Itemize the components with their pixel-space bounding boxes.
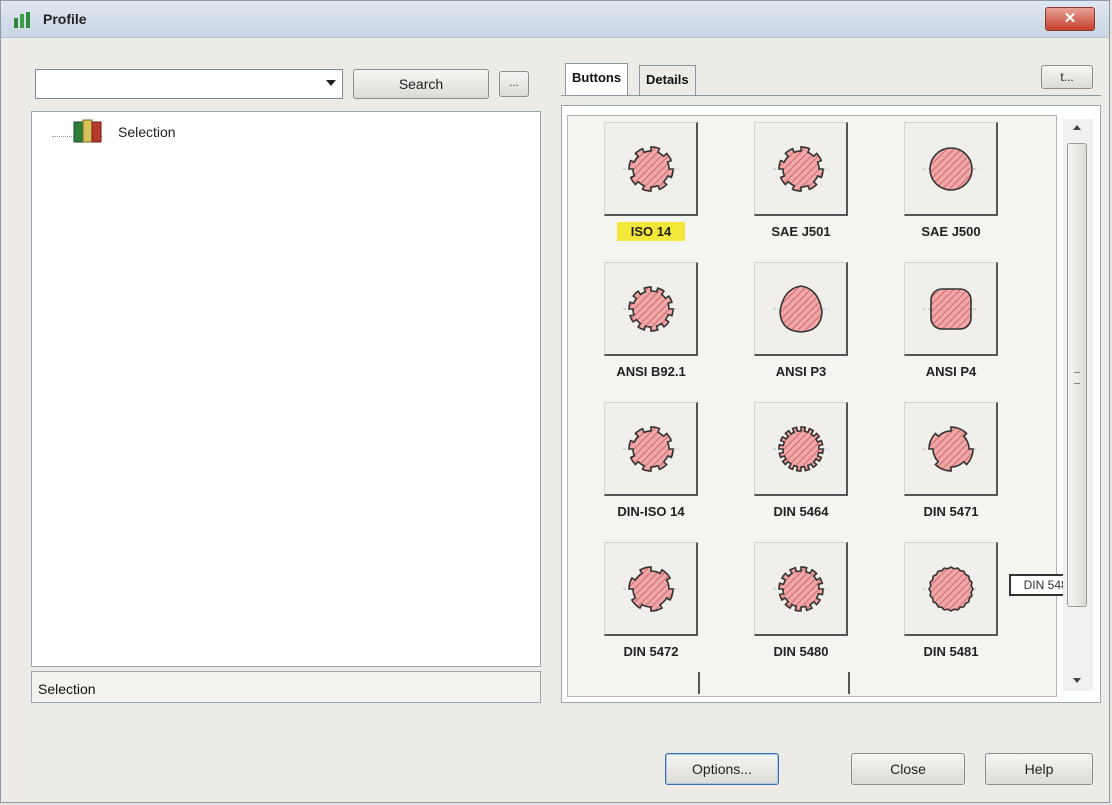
close-button[interactable]: Close xyxy=(851,753,965,785)
profile-tile[interactable] xyxy=(604,542,698,636)
profile-button-din-5471[interactable]: DIN 5471 xyxy=(896,402,1006,532)
profile-tile[interactable] xyxy=(904,122,998,216)
search-button[interactable]: Search xyxy=(353,69,489,99)
profile-label: DIN 5472 xyxy=(623,644,679,659)
profile-shape-icon xyxy=(623,566,679,612)
partial-tile xyxy=(756,672,850,694)
profile-button-sae-j500[interactable]: SAE J500 xyxy=(896,122,1006,252)
title-bar: Profile ✕ xyxy=(1,1,1109,38)
scroll-thumb[interactable] xyxy=(1067,143,1087,607)
profile-shape-icon xyxy=(923,147,979,191)
profile-button-din-5464[interactable]: DIN 5464 xyxy=(746,402,856,532)
profile-label: ISO 14 xyxy=(596,222,706,241)
tab-details[interactable]: Details xyxy=(639,65,696,95)
scroll-down-icon[interactable] xyxy=(1073,678,1081,683)
profile-button-din-iso-14[interactable]: DIN-ISO 14 xyxy=(596,402,706,532)
profile-label: DIN 5464 xyxy=(773,504,829,519)
profile-tile[interactable] xyxy=(604,402,698,496)
help-button[interactable]: Help xyxy=(985,753,1093,785)
profile-shape-icon xyxy=(923,426,979,472)
profile-shape-icon xyxy=(923,566,979,612)
selection-tree[interactable]: Selection xyxy=(31,111,541,667)
tab-buttons[interactable]: Buttons xyxy=(565,63,629,95)
profile-label: SAE J501 xyxy=(771,224,831,239)
profile-button-ansi-p3[interactable]: ANSI P3 xyxy=(746,262,856,392)
profile-label: DIN 5481 xyxy=(923,644,979,659)
tree-item-selection[interactable]: Selection xyxy=(118,124,176,140)
profile-grid: ISO 14 SAE J501 SAE J500 ANSI B92.1 ANSI P3 A… xyxy=(567,115,1057,697)
profile-tile[interactable] xyxy=(604,122,698,216)
profile-label: ANSI B92.1 xyxy=(616,364,686,379)
partial-tile xyxy=(606,672,700,694)
profile-button-din-5472[interactable]: DIN 5472 xyxy=(596,542,706,672)
profile-shape-icon xyxy=(623,286,679,332)
options-button[interactable]: Options... xyxy=(665,753,779,785)
profile-tile[interactable] xyxy=(604,262,698,356)
profile-tile[interactable] xyxy=(754,262,848,356)
profile-tile[interactable] xyxy=(904,262,998,356)
window-title: Profile xyxy=(43,11,87,27)
profile-shape-icon xyxy=(773,426,829,472)
profile-label: SAE J500 xyxy=(921,224,981,239)
profile-button-din-5481[interactable]: DIN 5481 xyxy=(896,542,1006,672)
profile-shape-icon xyxy=(623,146,679,192)
profile-label: DIN 5471 xyxy=(923,504,979,519)
status-bar: Selection xyxy=(31,671,541,703)
profile-tile[interactable] xyxy=(904,402,998,496)
extra-options-button[interactable]: t... xyxy=(1041,65,1093,89)
profile-dialog: Profile ✕ Search ... Selection Selection… xyxy=(0,0,1110,803)
browse-button[interactable]: ... xyxy=(499,71,529,97)
profile-label: DIN 5480 xyxy=(773,644,829,659)
search-combobox[interactable] xyxy=(35,69,343,99)
profile-shape-icon xyxy=(773,566,829,612)
profile-button-ansi-p4[interactable]: ANSI P4 xyxy=(896,262,1006,392)
profile-button-ansi-b92-1[interactable]: ANSI B92.1 xyxy=(596,262,706,392)
profile-shape-icon xyxy=(623,426,679,472)
profile-button-iso-14[interactable]: ISO 14 xyxy=(596,122,706,252)
profile-tile[interactable] xyxy=(904,542,998,636)
profile-label: ANSI P3 xyxy=(775,364,827,379)
profile-button-sae-j501[interactable]: SAE J501 xyxy=(746,122,856,252)
books-icon xyxy=(73,119,102,143)
profile-shape-icon xyxy=(773,285,829,333)
app-icon xyxy=(14,12,30,28)
grip-icon xyxy=(1074,372,1080,384)
profile-button-din-5480[interactable]: DIN 5480 xyxy=(746,542,856,672)
profile-tile[interactable] xyxy=(754,122,848,216)
scroll-up-icon[interactable] xyxy=(1073,125,1081,130)
profile-label: DIN-ISO 14 xyxy=(617,504,685,519)
chevron-down-icon[interactable] xyxy=(326,80,336,86)
tab-strip: Buttons Details t... xyxy=(561,61,1101,105)
vertical-scrollbar[interactable] xyxy=(1063,119,1093,691)
window-close-icon[interactable]: ✕ xyxy=(1045,7,1095,31)
profile-shape-icon xyxy=(773,146,829,192)
profile-label: ANSI P4 xyxy=(925,364,977,379)
profile-tile[interactable] xyxy=(754,542,848,636)
profile-shape-icon xyxy=(923,288,979,330)
tab-divider xyxy=(561,95,1101,96)
profile-tile[interactable] xyxy=(754,402,848,496)
